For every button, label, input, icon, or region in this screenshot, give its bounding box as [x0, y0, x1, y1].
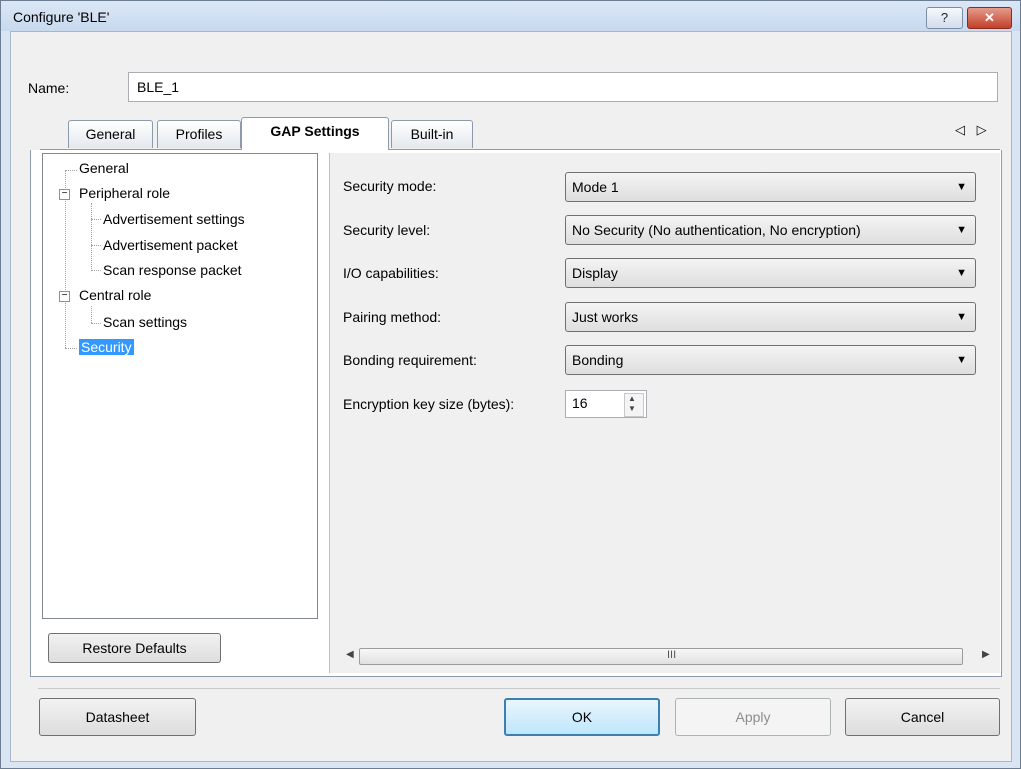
decrement-icon[interactable]: ▼ — [628, 404, 636, 413]
tree-line — [91, 270, 101, 271]
close-button[interactable]: ✕ — [967, 7, 1012, 29]
title-bar: Configure 'BLE' ? ✕ — [1, 1, 1020, 31]
tab-profiles-label: Profiles — [175, 126, 223, 142]
dropdown-arrow-icon: ▼ — [956, 311, 967, 323]
scrollbar-grip-icon: III — [667, 649, 677, 661]
tree-line — [91, 219, 101, 220]
tab-general[interactable]: General — [68, 120, 153, 148]
tab-gap-settings[interactable]: GAP Settings — [241, 117, 389, 150]
tab-general-label: General — [85, 126, 136, 142]
tab-profiles[interactable]: Profiles — [157, 120, 241, 148]
collapse-icon[interactable]: − — [59, 291, 70, 302]
dropdown-arrow-icon: ▼ — [956, 354, 967, 366]
tree-line — [91, 245, 101, 246]
tab-gap-settings-label: GAP Settings — [270, 123, 360, 139]
security-level-select[interactable]: No Security (No authentication, No encry… — [565, 215, 976, 245]
tree-item-security[interactable]: Security — [79, 339, 134, 355]
tree-item-scan-response-packet[interactable]: Scan response packet — [103, 262, 242, 278]
tree-line — [65, 170, 77, 171]
bonding-requirement-label: Bonding requirement: — [343, 352, 477, 368]
stepper-buttons[interactable]: ▲ ▼ — [624, 393, 644, 417]
dropdown-arrow-icon: ▼ — [956, 181, 967, 193]
bottom-separator — [38, 688, 1000, 689]
tree-item-peripheral-role[interactable]: Peripheral role — [79, 185, 170, 201]
horizontal-scrollbar[interactable]: ◀ III ▶ — [342, 646, 1000, 666]
tab-built-in[interactable]: Built-in — [391, 120, 473, 148]
pairing-method-select[interactable]: Just works ▼ — [565, 302, 976, 332]
settings-tree: General − Peripheral role Advertisement … — [42, 153, 318, 619]
restore-defaults-button[interactable]: Restore Defaults — [48, 633, 221, 663]
io-capabilities-value: Display — [572, 265, 618, 281]
increment-icon[interactable]: ▲ — [628, 394, 636, 403]
scrollbar-thumb[interactable]: III — [359, 648, 963, 665]
datasheet-button[interactable]: Datasheet — [39, 698, 196, 736]
security-mode-select[interactable]: Mode 1 ▼ — [565, 172, 976, 202]
pairing-method-value: Just works — [572, 309, 639, 325]
tree-item-advertisement-packet[interactable]: Advertisement packet — [103, 237, 238, 253]
tree-line — [91, 203, 92, 269]
security-level-value: No Security (No authentication, No encry… — [572, 222, 861, 238]
tree-item-advertisement-settings[interactable]: Advertisement settings — [103, 211, 245, 227]
bonding-requirement-value: Bonding — [572, 352, 624, 368]
tab-built-in-label: Built-in — [410, 126, 454, 142]
encryption-key-size-stepper[interactable]: 16 ▲ ▼ — [565, 390, 647, 418]
encryption-key-size-label: Encryption key size (bytes): — [343, 396, 515, 412]
name-input[interactable] — [128, 72, 998, 102]
ok-button[interactable]: OK — [504, 698, 660, 736]
name-label: Name: — [28, 80, 70, 96]
dropdown-arrow-icon: ▼ — [956, 267, 967, 279]
tree-line — [91, 306, 92, 323]
tab-scroll-arrows[interactable]: ◁ ▷ — [955, 122, 991, 138]
scroll-left-icon[interactable]: ◀ — [346, 649, 354, 660]
pairing-method-label: Pairing method: — [343, 309, 442, 325]
encryption-key-size-value[interactable]: 16 — [572, 395, 588, 411]
cancel-button[interactable]: Cancel — [845, 698, 1000, 736]
collapse-icon[interactable]: − — [59, 189, 70, 200]
scroll-right-icon[interactable]: ▶ — [982, 649, 990, 660]
security-mode-value: Mode 1 — [572, 179, 619, 195]
tree-item-central-role[interactable]: Central role — [79, 287, 151, 303]
help-button[interactable]: ? — [926, 7, 963, 29]
tree-item-general[interactable]: General — [79, 160, 129, 176]
apply-button[interactable]: Apply — [675, 698, 831, 736]
tree-item-scan-settings[interactable]: Scan settings — [103, 314, 187, 330]
io-capabilities-label: I/O capabilities: — [343, 265, 439, 281]
io-capabilities-select[interactable]: Display ▼ — [565, 258, 976, 288]
tree-line — [65, 348, 77, 349]
security-mode-label: Security mode: — [343, 178, 437, 194]
security-level-label: Security level: — [343, 222, 431, 238]
dropdown-arrow-icon: ▼ — [956, 224, 967, 236]
window-title: Configure 'BLE' — [13, 9, 110, 25]
tree-line — [91, 323, 101, 324]
bonding-requirement-select[interactable]: Bonding ▼ — [565, 345, 976, 375]
